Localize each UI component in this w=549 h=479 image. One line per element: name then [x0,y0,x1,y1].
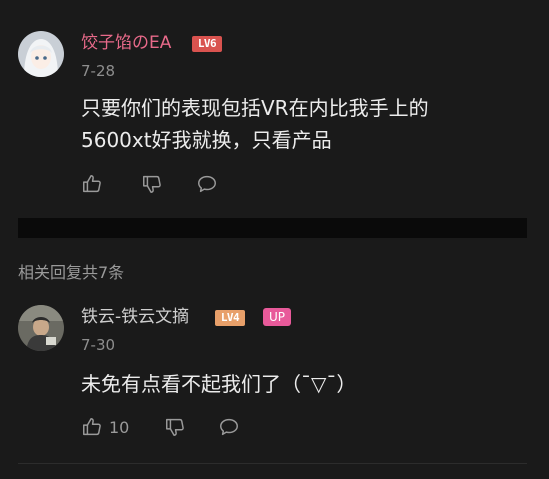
comment-date: 7-28 [81,62,116,80]
section-divider [18,218,527,238]
comment-bubble-icon [196,173,218,195]
like-count: 10 [109,417,130,437]
comment-thread: 饺子馅のEA LV6 7-28 只要你们的表现包括VR在内比我手上的 5600x… [0,0,549,479]
username[interactable]: 饺子馅のEA [81,32,171,54]
comment-content: 只要你们的表现包括VR在内比我手上的 5600xt好我就换，只看产品 [81,92,429,156]
comment-content-line: 5600xt好我就换，只看产品 [81,128,332,152]
like-button[interactable]: 10 [81,415,129,439]
reply-content: 未免有点看不起我们了（ˉ▽ˉ） [81,372,357,396]
avatar[interactable] [18,305,64,351]
like-button[interactable] [81,172,103,196]
comment-content-line: 只要你们的表现包括VR在内比我手上的 [81,96,429,120]
thumbs-down-icon [164,416,186,438]
level-badge: LV4 [215,310,245,326]
dislike-button[interactable] [164,415,186,439]
username[interactable]: 铁云-铁云文摘 [81,306,189,328]
avatar[interactable] [18,31,64,77]
level-badge: LV6 [192,36,222,52]
dislike-button[interactable] [141,172,163,196]
thumbs-up-icon [81,173,103,195]
up-badge: UP [263,308,291,326]
reply-button[interactable] [196,172,218,196]
comment-bubble-icon [218,416,240,438]
thumbs-up-icon [81,416,103,438]
thumbs-down-icon [141,173,163,195]
divider [18,463,527,464]
reply-button[interactable] [218,415,240,439]
comment-date: 7-30 [81,336,116,354]
replies-header: 相关回复共7条 [18,263,125,282]
